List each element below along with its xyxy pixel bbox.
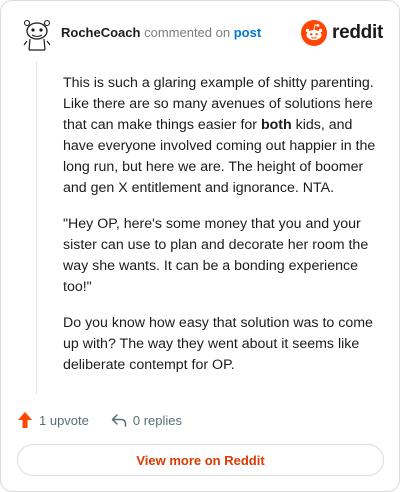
action-text: commented on <box>144 25 231 40</box>
view-more-button[interactable]: View more on Reddit <box>17 444 384 476</box>
post-link[interactable]: post <box>234 25 261 40</box>
comment-actions: 1 upvote 0 replies <box>17 410 204 430</box>
view-more-label: View more on Reddit <box>136 452 265 468</box>
upvote-count: 1 upvote <box>39 412 89 428</box>
reddit-alien-icon <box>301 20 328 46</box>
comment-paragraph-1: This is such a glaring example of shitty… <box>63 75 376 196</box>
author-name[interactable]: RocheCoach <box>61 25 140 40</box>
reddit-logo[interactable]: reddit <box>301 19 383 47</box>
comment-paragraph-3: Do you know how easy that solution was t… <box>63 315 373 373</box>
comment-body: This is such a glaring example of shitty… <box>63 73 383 391</box>
reply-count: 0 replies <box>132 412 183 428</box>
comment-meta: RocheCoach commented on post <box>61 25 261 40</box>
bold-emphasis: both <box>260 117 292 133</box>
upvote-arrow-icon <box>18 412 32 428</box>
reply-arrow-icon <box>111 414 127 427</box>
reply-button[interactable]: 0 replies <box>111 412 182 428</box>
comment-paragraph-2: "Hey OP, here's some money that you and … <box>63 216 369 295</box>
snoo-avatar-icon[interactable] <box>21 17 53 53</box>
thread-line <box>36 61 37 394</box>
comment-header: RocheCoach commented on post reddit <box>17 17 383 53</box>
reddit-wordmark: reddit <box>332 22 383 43</box>
comment-card: RocheCoach commented on post reddit This… <box>0 0 400 492</box>
upvote-button[interactable]: 1 upvote <box>17 411 89 429</box>
